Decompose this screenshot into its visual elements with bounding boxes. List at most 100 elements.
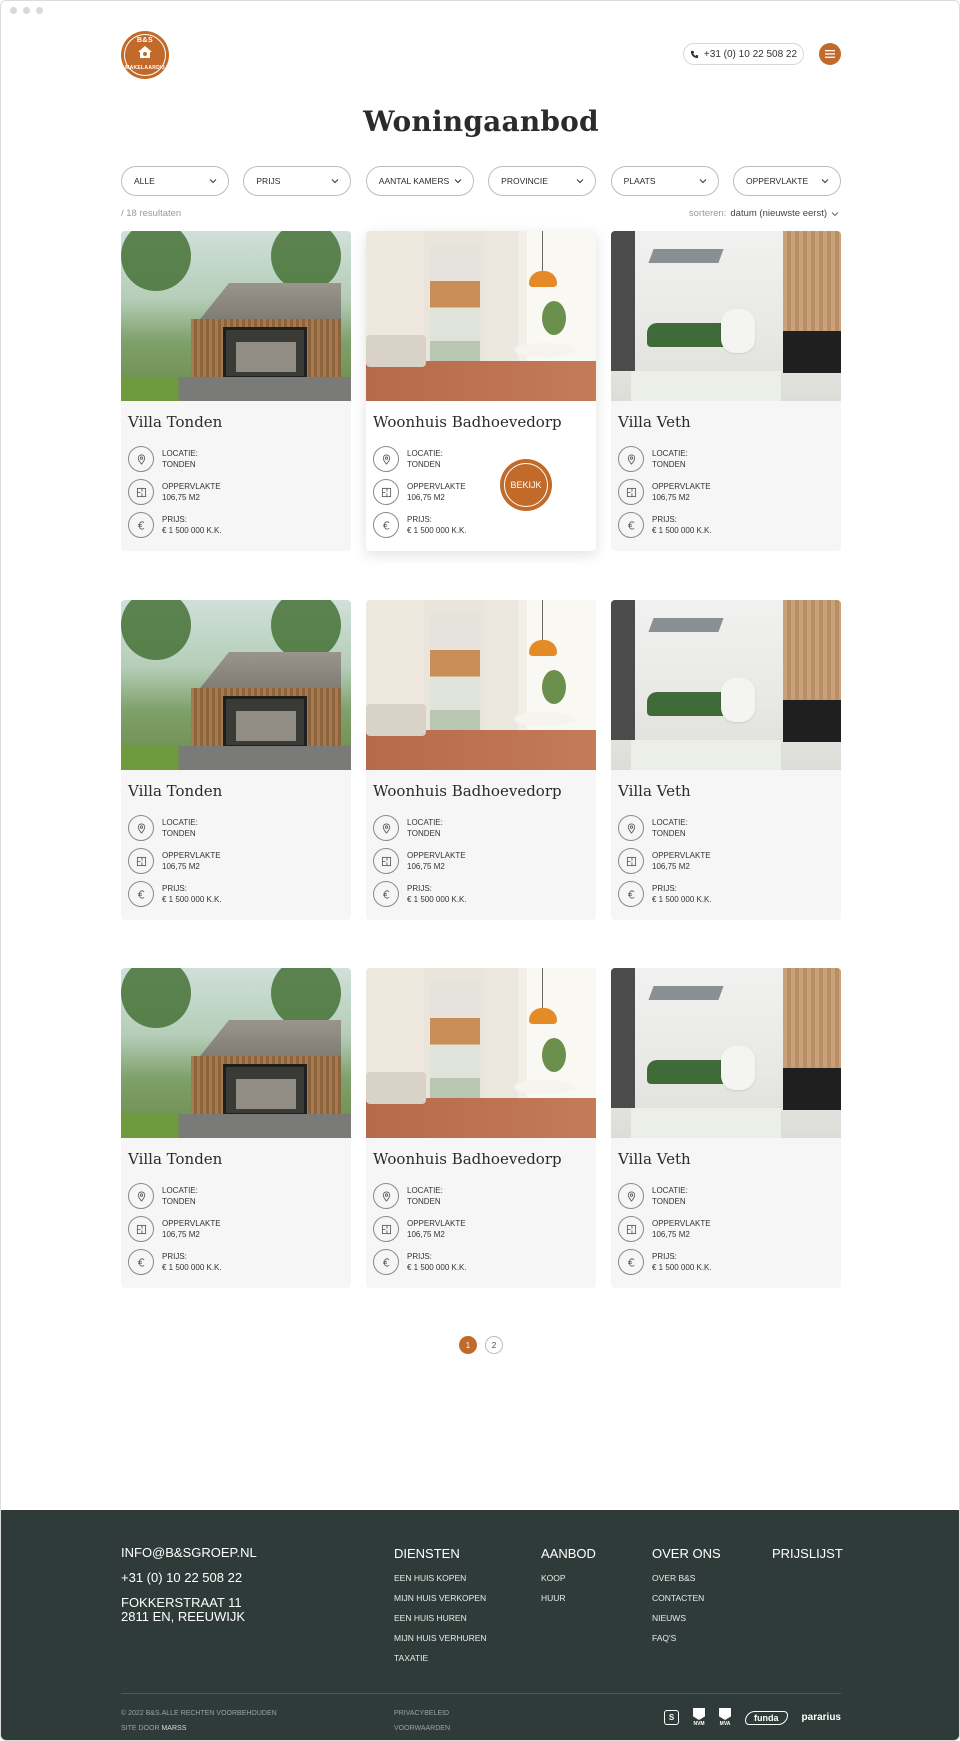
logo-ring-text: MAKELAARDIJ [125, 65, 165, 71]
listing-photo[interactable] [121, 968, 351, 1138]
footer-heading[interactable]: AANBOD [541, 1546, 596, 1561]
listing-card[interactable]: Villa Tonden LOCATIE: TONDEN OPPERVLAKTE 106… [121, 231, 351, 551]
logo[interactable]: B&S MAKELAARDIJ [121, 31, 169, 79]
listing-title[interactable]: Villa Tonden [128, 413, 222, 431]
euro-icon [137, 889, 144, 899]
results-count: / 18 resultaten [121, 208, 182, 219]
filter-rooms[interactable]: AANTAL KAMERS [365, 166, 474, 196]
filter-place[interactable]: PLAATS [610, 166, 719, 196]
listing-title[interactable]: Villa Tonden [128, 1150, 222, 1168]
listing-photo[interactable] [611, 600, 841, 770]
footer-link[interactable]: NIEUWS [652, 1613, 721, 1623]
footer-email[interactable]: INFO@B&SGROEP.NL [121, 1546, 257, 1560]
listing-title[interactable]: Woonhuis Badhoevedorp [373, 413, 562, 431]
footer-link[interactable]: HUUR [541, 1593, 596, 1603]
listing-card[interactable]: Villa Tonden LOCATIE: TONDEN OPPERVLAKTE 106… [121, 968, 351, 1288]
listing-photo[interactable] [611, 968, 841, 1138]
listing-price: PRIJS: € 1 500 000 K.K. [618, 512, 712, 538]
spec-label: OPPERVLAKTE [162, 482, 221, 491]
spec-value: TONDEN [407, 829, 441, 838]
listing-card[interactable]: Villa Tonden LOCATIE: TONDEN OPPERVLAKTE 106… [121, 600, 351, 920]
privacy-link[interactable]: PRIVACYBELEID [394, 1706, 450, 1721]
listing-card[interactable]: Villa Veth LOCATIE: TONDEN OPPERVLAKTE 106,7… [611, 231, 841, 551]
footer-link[interactable]: EEN HUIS HUREN [394, 1613, 487, 1623]
listing-card[interactable]: Villa Veth LOCATIE: TONDEN OPPERVLAKTE 106,7… [611, 600, 841, 920]
listing-card[interactable]: Woonhuis Badhoevedorp LOCATIE: TONDEN OPPER… [366, 968, 596, 1288]
map-pin-icon [382, 823, 390, 834]
spec-label: PRIJS: [162, 515, 187, 524]
spec-value: € 1 500 000 K.K. [407, 895, 467, 904]
listing-location: LOCATIE: TONDEN [373, 815, 443, 841]
phone-button[interactable]: +31 (0) 10 22 508 22 [683, 43, 804, 65]
filter-province[interactable]: PROVINCIE [488, 166, 597, 196]
spec-value: € 1 500 000 K.K. [652, 1263, 712, 1272]
footer-phone[interactable]: +31 (0) 10 22 508 22 [121, 1571, 257, 1585]
listing-title[interactable]: Villa Veth [618, 413, 691, 431]
listing-title[interactable]: Villa Veth [618, 1150, 691, 1168]
spec-label: OPPERVLAKTE [407, 1219, 466, 1228]
listing-photo[interactable] [121, 231, 351, 401]
map-pin-icon [137, 1191, 145, 1202]
listing-price: PRIJS: € 1 500 000 K.K. [373, 512, 467, 538]
listing-price: PRIJS: € 1 500 000 K.K. [618, 1249, 712, 1275]
footer-heading[interactable]: OVER ONS [652, 1546, 721, 1561]
listing-title[interactable]: Villa Veth [618, 782, 691, 800]
funda-logo[interactable]: funda [745, 1710, 788, 1725]
filter-area[interactable]: OPPERVLAKTE [732, 166, 841, 196]
footer-link[interactable]: MIJN HUIS VERKOPEN [394, 1593, 487, 1603]
view-button-label: BEKIJK [510, 480, 542, 490]
spec-value: 106,75 M2 [407, 862, 445, 871]
sort-dropdown[interactable]: sorteren: datum (nieuwste eerst) [689, 208, 839, 219]
floorplan-icon [381, 487, 391, 497]
listing-card[interactable]: Woonhuis Badhoevedorp LOCATIE: TONDEN OPPER… [366, 231, 596, 551]
listing-location: LOCATIE: TONDEN [128, 446, 198, 472]
listing-card[interactable]: Woonhuis Badhoevedorp LOCATIE: TONDEN OPPER… [366, 600, 596, 920]
listing-photo[interactable] [121, 600, 351, 770]
nvm-logo[interactable]: NVM [693, 1708, 706, 1727]
site-by-link[interactable]: MARSS [161, 1725, 186, 1732]
footer-link[interactable]: MIJN HUIS VERHUREN [394, 1633, 487, 1643]
footer-heading[interactable]: DIENSTEN [394, 1546, 487, 1561]
listing-title[interactable]: Villa Tonden [128, 782, 222, 800]
listing-photo[interactable] [366, 231, 596, 401]
spec-label: LOCATIE: [407, 449, 443, 458]
spec-label: LOCATIE: [652, 1186, 688, 1195]
footer-heading[interactable]: PRIJSLIJST [772, 1546, 843, 1561]
spec-label: PRIJS: [652, 1252, 677, 1261]
footer-link[interactable]: KOOP [541, 1573, 596, 1583]
listing-card[interactable]: Villa Veth LOCATIE: TONDEN OPPERVLAKTE 106,7… [611, 968, 841, 1288]
chevron-down-icon [454, 179, 462, 184]
view-button[interactable]: BEKIJK [500, 459, 552, 511]
listing-photo[interactable] [611, 231, 841, 401]
spec-label: LOCATIE: [407, 1186, 443, 1195]
footer-link[interactable]: CONTACTEN [652, 1593, 721, 1603]
mva-logo[interactable]: MVA [719, 1708, 732, 1727]
footer-link[interactable]: TAXATIE [394, 1653, 487, 1663]
footer-address-line2: 2811 EN, REEUWIJK [121, 1609, 246, 1624]
spec-value: 106,75 M2 [407, 1230, 445, 1239]
window-controls [10, 7, 43, 14]
listing-title[interactable]: Woonhuis Badhoevedorp [373, 782, 562, 800]
page-1-button[interactable]: 1 [459, 1336, 477, 1354]
spec-label: LOCATIE: [162, 1186, 198, 1195]
spec-label: OPPERVLAKTE [652, 482, 711, 491]
spec-value: TONDEN [162, 460, 196, 469]
terms-link[interactable]: VOORWAARDEN [394, 1721, 450, 1736]
floorplan-icon [136, 1224, 146, 1234]
page-2-button[interactable]: 2 [485, 1336, 503, 1354]
listing-photo[interactable] [366, 968, 596, 1138]
filter-price[interactable]: PRIJS [243, 166, 352, 196]
s-logo[interactable]: S [664, 1710, 680, 1725]
pararius-logo[interactable]: pararius [802, 1712, 841, 1723]
footer-link[interactable]: OVER B&S [652, 1573, 721, 1583]
floorplan-icon [136, 487, 146, 497]
filter-all[interactable]: ALLE [121, 166, 229, 196]
menu-button[interactable] [819, 43, 841, 65]
map-pin-icon [627, 823, 635, 834]
listing-title[interactable]: Woonhuis Badhoevedorp [373, 1150, 562, 1168]
mva-mark-icon [719, 1708, 732, 1720]
map-pin-icon [627, 454, 635, 465]
listing-photo[interactable] [366, 600, 596, 770]
footer-link[interactable]: FAQ'S [652, 1633, 721, 1643]
footer-link[interactable]: EEN HUIS KOPEN [394, 1573, 487, 1583]
